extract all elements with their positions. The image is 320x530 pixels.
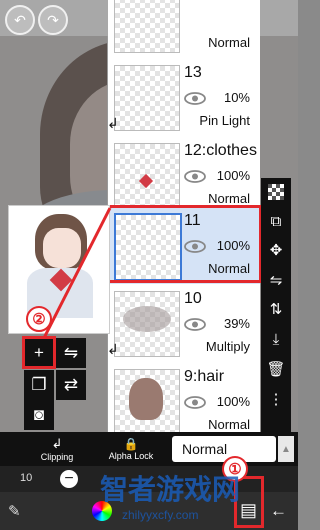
- add-layer-highlight: [22, 336, 56, 369]
- eye-icon[interactable]: [184, 318, 206, 331]
- layer-thumbnail: [114, 291, 180, 357]
- eye-icon[interactable]: [184, 396, 206, 409]
- layer-opacity: 100%: [216, 394, 250, 409]
- alpha-lock-label: Alpha Lock: [108, 451, 154, 461]
- step-marker-2: ②: [26, 306, 52, 332]
- undo-icon[interactable]: ↶: [5, 5, 35, 35]
- redo-icon[interactable]: ↷: [38, 5, 68, 35]
- clipping-indicator-icon: ↲: [107, 115, 119, 131]
- blend-mode-select[interactable]: Normal: [172, 436, 276, 462]
- layer-blend-mode: Normal: [208, 417, 250, 432]
- move-icon[interactable]: ✥: [261, 236, 291, 264]
- layer-thumbnail: [114, 0, 180, 53]
- thumb-art: [129, 378, 163, 420]
- brush-icon[interactable]: ✎: [8, 502, 21, 520]
- thumb-art: [123, 306, 171, 332]
- layer-blend-mode: Pin Light: [199, 113, 250, 128]
- checker-icon[interactable]: [261, 178, 291, 206]
- flip-icon[interactable]: ⇋: [56, 338, 86, 368]
- eye-icon[interactable]: [184, 170, 206, 183]
- layer-name: 10: [184, 290, 202, 307]
- layer-blend-mode: Normal: [208, 35, 250, 50]
- rotate-icon[interactable]: ⇄: [56, 370, 86, 400]
- clipping-button[interactable]: ↲ Clipping: [22, 434, 92, 464]
- watermark-title: 智者游戏网: [100, 474, 241, 505]
- opacity-decrease-button[interactable]: −: [60, 470, 78, 488]
- clipping-label: Clipping: [40, 452, 74, 462]
- layer-thumbnail: [114, 369, 180, 435]
- copy-layer-icon[interactable]: ❐: [24, 370, 54, 400]
- chevron-up-icon[interactable]: ▲: [278, 436, 294, 462]
- lock-icon: 🔒: [123, 437, 139, 451]
- selected-layer-highlight: [106, 205, 262, 283]
- thumb-art: [138, 173, 154, 189]
- eye-icon[interactable]: [184, 92, 206, 105]
- layer-opacity: 39%: [223, 316, 250, 331]
- more-icon[interactable]: ⋮: [261, 385, 291, 413]
- flip-h-icon[interactable]: ⇋: [261, 266, 291, 294]
- layer-name: 9:hair: [184, 368, 225, 385]
- layer-name: 12:clothes: [184, 142, 257, 159]
- layer-item-12[interactable]: 12:clothes 100% Normal: [108, 136, 260, 215]
- layer-item-9[interactable]: 9:hair 100% Normal: [108, 362, 260, 441]
- trash-icon[interactable]: 🗑: [261, 355, 291, 383]
- opacity-value: 10: [20, 472, 33, 484]
- layer-toolbar: ⧉ ✥ ⇋ ⇅ ⤓ 🗑 ⋮: [261, 178, 291, 432]
- layer-item-13[interactable]: ↲ 13 10% Pin Light: [107, 58, 260, 137]
- layer-blend-mode: Multiply: [205, 339, 250, 354]
- transform-icon[interactable]: ⧉: [261, 207, 291, 235]
- alpha-lock-button[interactable]: 🔒 Alpha Lock: [96, 434, 166, 464]
- clipping-icon: ↲: [51, 436, 63, 451]
- annotation-line: [42, 207, 112, 339]
- flip-v-icon[interactable]: ⇅: [261, 295, 291, 323]
- watermark: 智者游戏网 zhilyyxcfy.com: [100, 468, 290, 528]
- layer-thumbnail: [114, 143, 180, 209]
- camera-icon[interactable]: ◙: [24, 400, 54, 430]
- layer-opacity: 10%: [223, 90, 250, 105]
- layer-item-10[interactable]: ↲ 10 39% Multiply: [107, 284, 260, 363]
- layer-opacity: 100%: [216, 168, 250, 183]
- watermark-url: zhilyyxcfy.com: [122, 508, 199, 522]
- layer-blend-mode: Normal: [208, 191, 250, 206]
- merge-down-icon[interactable]: ⤓: [261, 325, 291, 353]
- layer-thumbnail: [114, 65, 180, 131]
- layer-item[interactable]: Normal: [108, 0, 260, 59]
- layer-name: 13: [184, 64, 202, 81]
